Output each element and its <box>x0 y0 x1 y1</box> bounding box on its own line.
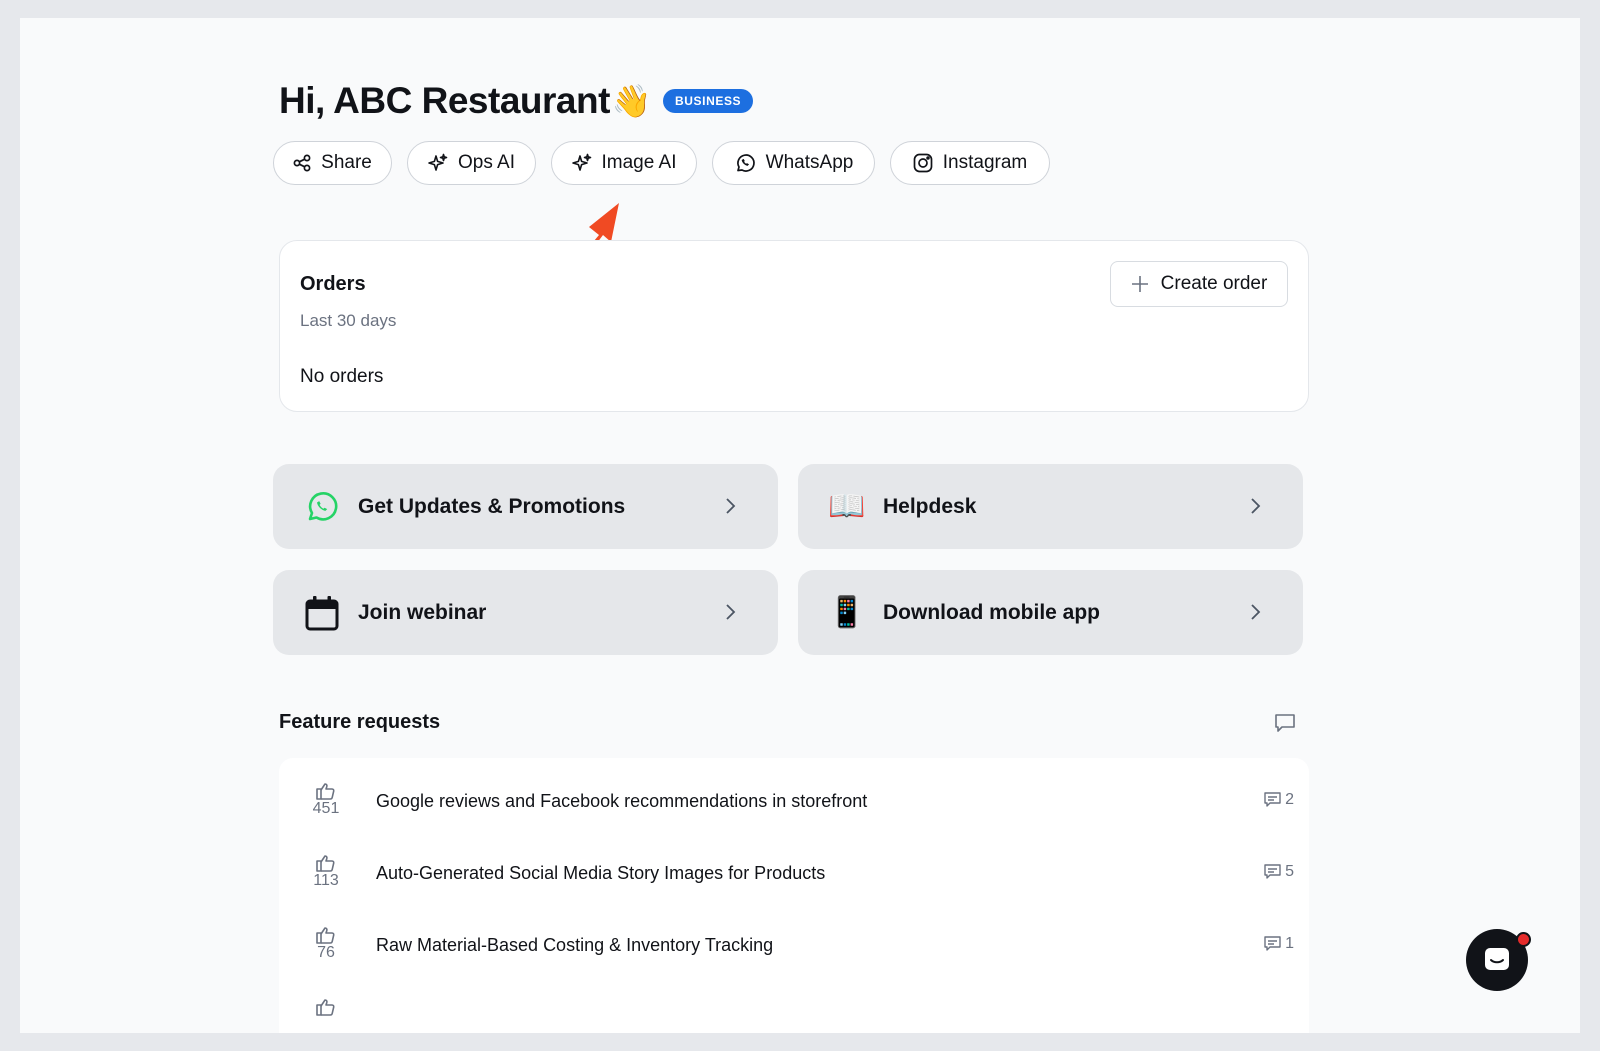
whatsapp-icon <box>736 154 755 172</box>
ops-ai-button[interactable]: Ops AI <box>407 141 536 185</box>
chevron-right-icon <box>726 498 736 514</box>
whatsapp-label: WhatsApp <box>765 152 854 173</box>
comment-icon <box>1264 792 1281 807</box>
chat-icon <box>1485 948 1509 970</box>
upvote-button[interactable]: 451 <box>301 782 351 818</box>
wave-emoji-icon: 👋 <box>611 83 652 119</box>
feature-request-row[interactable]: 451 Google reviews and Facebook recommen… <box>279 766 1309 838</box>
thumbs-up-icon <box>316 999 335 1016</box>
feature-request-row[interactable]: 76 Raw Material-Based Costing & Inventor… <box>279 910 1309 982</box>
comment-count-value: 1 <box>1285 935 1294 952</box>
business-badge: BUSINESS <box>663 89 754 113</box>
comment-count: 5 <box>1264 863 1294 881</box>
vote-count: 113 <box>313 872 339 889</box>
ops-ai-label: Ops AI <box>457 152 516 173</box>
download-app-label: Download mobile app <box>883 600 1101 624</box>
plus-icon <box>1131 276 1148 292</box>
sparkles-icon <box>428 153 448 171</box>
helpdesk-tile[interactable]: 📖 Helpdesk <box>798 464 1303 549</box>
calendar-icon <box>303 594 341 632</box>
comment-count-value: 2 <box>1285 791 1294 808</box>
phone-icon: 📱 <box>828 596 866 629</box>
thumbs-up-icon <box>316 927 335 944</box>
instagram-button[interactable]: Instagram <box>890 141 1050 185</box>
vote-count: 76 <box>317 944 335 961</box>
create-order-button[interactable]: Create order <box>1110 261 1288 307</box>
sparkles-icon <box>571 153 591 171</box>
comment-count: 2 <box>1264 791 1294 809</box>
comment-count: 1 <box>1264 935 1294 953</box>
orders-card: Orders Last 30 days No orders Create ord… <box>279 240 1309 412</box>
chevron-right-icon <box>1251 498 1261 514</box>
share-icon <box>293 154 311 172</box>
create-order-label: Create order <box>1160 273 1268 294</box>
upvote-button[interactable]: 113 <box>301 854 351 890</box>
thumbs-up-icon <box>316 783 335 800</box>
whatsapp-button[interactable]: WhatsApp <box>712 141 875 185</box>
updates-promotions-tile[interactable]: Get Updates & Promotions <box>273 464 778 549</box>
feature-request-text: Auto-Generated Social Media Story Images… <box>376 863 826 883</box>
share-label: Share <box>321 152 372 173</box>
upvote-button[interactable]: 76 <box>301 926 351 962</box>
chevron-right-icon <box>726 604 736 620</box>
greeting-text: Hi, ABC Restaurant <box>279 80 610 121</box>
comment-count-value: 5 <box>1285 863 1294 880</box>
instagram-icon <box>913 153 933 173</box>
feedback-icon[interactable] <box>1274 712 1296 734</box>
helpdesk-label: Helpdesk <box>883 494 977 518</box>
orders-empty-text: No orders <box>300 366 384 387</box>
whatsapp-icon <box>303 488 341 526</box>
feature-request-row[interactable]: 113 Auto-Generated Social Media Story Im… <box>279 838 1309 910</box>
feature-request-row-partial[interactable] <box>279 982 1309 1033</box>
feature-request-text: Google reviews and Facebook recommendati… <box>376 791 868 811</box>
updates-promotions-label: Get Updates & Promotions <box>358 494 626 518</box>
download-app-tile[interactable]: 📱 Download mobile app <box>798 570 1303 655</box>
image-ai-label: Image AI <box>601 152 677 173</box>
comment-icon <box>1264 936 1281 951</box>
app-frame: Hi, ABC Restaurant 👋 BUSINESS Share Ops A… <box>20 18 1580 1033</box>
join-webinar-tile[interactable]: Join webinar <box>273 570 778 655</box>
book-icon: 📖 <box>828 490 866 523</box>
thumbs-up-icon <box>316 855 335 872</box>
orders-title: Orders <box>300 273 366 295</box>
feature-requests-list: 451 Google reviews and Facebook recommen… <box>279 758 1309 1033</box>
chevron-right-icon <box>1251 604 1261 620</box>
vote-count: 451 <box>312 800 340 817</box>
comment-icon <box>1264 864 1281 879</box>
feature-request-text: Raw Material-Based Costing & Inventory T… <box>376 935 774 955</box>
greeting-title: Hi, ABC Restaurant 👋 <box>279 80 652 122</box>
image-ai-button[interactable]: Image AI <box>551 141 697 185</box>
share-button[interactable]: Share <box>273 141 392 185</box>
instagram-label: Instagram <box>942 152 1028 173</box>
notification-dot <box>1516 932 1531 947</box>
join-webinar-label: Join webinar <box>358 600 487 624</box>
feature-requests-title: Feature requests <box>279 711 441 733</box>
upvote-button[interactable] <box>301 998 351 1016</box>
orders-subtitle: Last 30 days <box>300 311 397 330</box>
